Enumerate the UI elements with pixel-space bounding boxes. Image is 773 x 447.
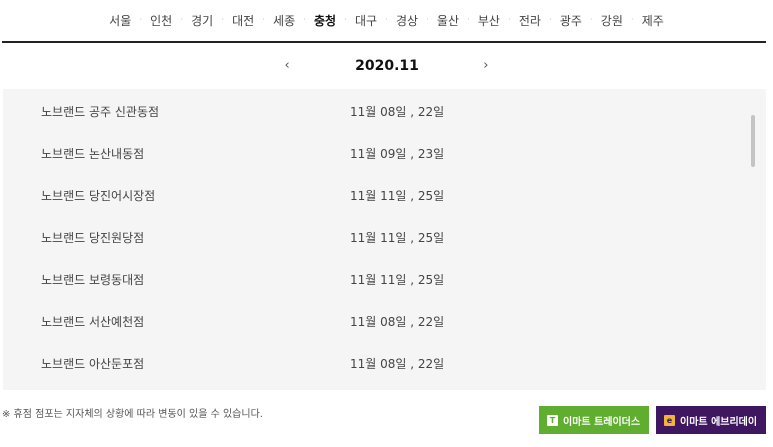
store-name: 노브랜드 보령동대점: [41, 273, 145, 287]
closure-dates: 11월 08일 , 22일: [350, 357, 445, 371]
store-name: 노브랜드 공주 신관동점: [41, 105, 160, 119]
closure-dates: 11월 11일 , 25일: [350, 189, 445, 203]
closure-notice: ※ 휴점 점포는 지자체의 상황에 따라 변동이 있을 수 있습니다.: [2, 409, 263, 420]
region-tab-gyeongsang[interactable]: 경상: [388, 12, 426, 29]
emart-traders-label: 이마트 트레이더스: [563, 416, 641, 428]
scrollbar-thumb[interactable]: [751, 115, 755, 167]
emart-traders-button[interactable]: T 이마트 트레이더스: [539, 406, 649, 434]
region-tab-sejong[interactable]: 세종: [265, 12, 303, 29]
current-month: 2020.11: [355, 57, 419, 74]
closure-dates: 11월 08일 , 22일: [350, 105, 445, 119]
store-name: 노브랜드 아산둔포점: [41, 357, 145, 371]
everyday-logo-icon: e: [664, 414, 675, 426]
closure-dates: 11월 11일 , 25일: [350, 231, 445, 245]
region-tab-gyeonggi[interactable]: 경기: [183, 12, 221, 29]
region-tab-seoul[interactable]: 서울: [101, 12, 139, 29]
list-item: 노브랜드 당진원당점 11월 11일 , 25일: [3, 215, 743, 257]
emart-everyday-button[interactable]: e 이마트 에브리데이: [656, 406, 766, 434]
store-list[interactable]: 노브랜드 공주 신관동점 11월 08일 , 22일 노브랜드 논산내동점 11…: [3, 89, 766, 390]
store-name: 노브랜드 당진원당점: [41, 231, 145, 245]
region-tab-jeju[interactable]: 제주: [634, 12, 672, 29]
traders-logo-icon: T: [547, 414, 558, 426]
next-month-button[interactable]: ›: [476, 58, 496, 73]
region-tab-chungcheong[interactable]: 충청: [306, 12, 344, 29]
region-tab-daegu[interactable]: 대구: [347, 12, 385, 29]
closure-dates: 11월 11일 , 25일: [350, 273, 445, 287]
region-tab-incheon[interactable]: 인천: [142, 12, 180, 29]
store-name: 노브랜드 논산내동점: [41, 147, 145, 161]
store-name: 노브랜드 서산예천점: [41, 315, 145, 329]
store-name: 노브랜드 당진어시장점: [41, 189, 156, 203]
region-tab-ulsan[interactable]: 울산: [429, 12, 467, 29]
list-item: 노브랜드 당진어시장점 11월 11일 , 25일: [3, 173, 743, 215]
region-tab-jeolla[interactable]: 전라: [511, 12, 549, 29]
list-item: 노브랜드 논산내동점 11월 09일 , 23일: [3, 131, 743, 173]
list-item: 노브랜드 아산둔포점 11월 08일 , 22일: [3, 341, 743, 383]
emart-everyday-label: 이마트 에브리데이: [680, 416, 758, 428]
list-item: 노브랜드 보령동대점 11월 11일 , 25일: [3, 257, 743, 299]
list-item: 노브랜드 서산예천점 11월 08일 , 22일: [3, 299, 743, 341]
closure-dates: 11월 09일 , 23일: [350, 147, 445, 161]
closure-dates: 11월 08일 , 22일: [350, 315, 445, 329]
region-tab-gangwon[interactable]: 강원: [593, 12, 631, 29]
prev-month-button[interactable]: ‹: [277, 58, 297, 73]
region-tab-gwangju[interactable]: 광주: [552, 12, 590, 29]
region-tabs: 서울 · 인천 · 경기 · 대전 · 세종 · 충청 · 대구 · 경상 · …: [0, 0, 773, 40]
region-tab-busan[interactable]: 부산: [470, 12, 508, 29]
list-item: 노브랜드 공주 신관동점 11월 08일 , 22일: [3, 89, 743, 131]
month-navigator: ‹ 2020.11 ›: [0, 43, 773, 88]
region-tab-daejeon[interactable]: 대전: [224, 12, 262, 29]
